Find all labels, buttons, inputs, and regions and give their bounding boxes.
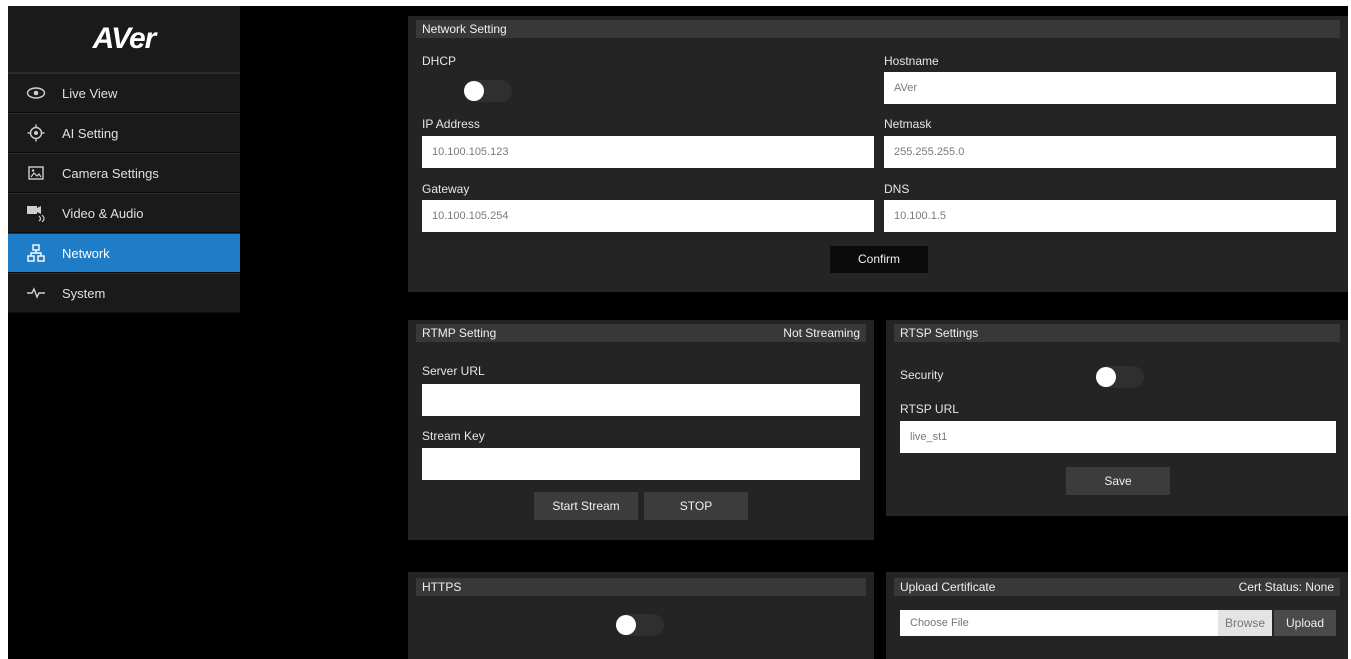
save-button[interactable]: Save [1066, 467, 1170, 495]
sidebar-item-ai-setting[interactable]: AI Setting [8, 113, 240, 153]
image-icon [26, 163, 46, 183]
security-toggle[interactable] [1096, 366, 1144, 388]
eye-icon [26, 83, 46, 103]
dhcp-toggle[interactable] [464, 80, 512, 102]
netmask-field[interactable] [884, 136, 1336, 168]
gateway-field[interactable] [422, 200, 874, 232]
sidebar-item-network[interactable]: Network [8, 233, 240, 273]
upload-button[interactable]: Upload [1274, 610, 1336, 636]
sidebar-item-label: Video & Audio [62, 205, 144, 221]
server-url-label: Server URL [422, 364, 485, 378]
panel-header: Network Setting [416, 20, 1340, 38]
toggle-knob [464, 81, 484, 101]
logo-area: AVer [8, 6, 240, 73]
choose-file-field[interactable] [900, 610, 1218, 636]
target-icon [26, 123, 46, 143]
dhcp-label: DHCP [422, 54, 457, 68]
upload-certificate-panel: Upload Certificate Cert Status: None Bro… [886, 572, 1348, 659]
https-toggle[interactable] [616, 614, 664, 636]
network-setting-panel: Network Setting DHCP Hostname IP Address… [408, 16, 1348, 292]
panel-title: RTSP Settings [900, 326, 979, 340]
cert-status: Cert Status: None [1238, 580, 1334, 594]
sidebar-item-video-audio[interactable]: Video & Audio [8, 193, 240, 233]
security-label: Security [900, 368, 944, 382]
app-window: AVer Live View AI Setting Camera Setting… [8, 6, 1348, 659]
sidebar-item-label: Network [62, 245, 110, 261]
browse-button[interactable]: Browse [1218, 610, 1272, 636]
panel-title: HTTPS [422, 580, 462, 594]
dns-field[interactable] [884, 200, 1336, 232]
stream-key-label: Stream Key [422, 429, 485, 443]
sidebar-item-system[interactable]: System [8, 273, 240, 313]
rtsp-settings-panel: RTSP Settings Security RTSP URL Save [886, 320, 1348, 516]
panel-title: Upload Certificate [900, 580, 996, 594]
logo: AVer [92, 22, 157, 55]
panel-header: RTSP Settings [894, 324, 1340, 342]
sidebar-item-label: Camera Settings [62, 165, 159, 181]
sidebar-item-label: AI Setting [62, 125, 119, 141]
panel-title: RTMP Setting [422, 326, 497, 340]
panel-header: HTTPS [416, 578, 866, 596]
sidebar-item-camera-settings[interactable]: Camera Settings [8, 153, 240, 193]
https-panel: HTTPS [408, 572, 874, 659]
ip-address-field[interactable] [422, 136, 874, 168]
stream-key-field[interactable] [422, 448, 860, 480]
hostname-label: Hostname [884, 54, 939, 68]
rtmp-setting-panel: RTMP Setting Not Streaming Server URL St… [408, 320, 874, 540]
netmask-label: Netmask [884, 117, 932, 131]
sidebar-item-label: Live View [62, 85, 118, 101]
panel-title: Network Setting [422, 22, 507, 36]
stream-status: Not Streaming [783, 326, 860, 340]
toggle-knob [1096, 367, 1116, 387]
rtsp-url-label: RTSP URL [900, 402, 959, 416]
sidebar-item-label: System [62, 285, 106, 301]
server-url-field[interactable] [422, 384, 860, 416]
toggle-knob [616, 615, 636, 635]
network-icon [26, 243, 46, 263]
ip-address-label: IP Address [422, 117, 480, 131]
sidebar-item-live-view[interactable]: Live View [8, 73, 240, 113]
video-audio-icon [26, 203, 46, 223]
dns-label: DNS [884, 182, 910, 196]
start-stream-button[interactable]: Start Stream [534, 492, 638, 520]
confirm-button[interactable]: Confirm [830, 246, 928, 273]
pulse-icon [26, 283, 46, 303]
stop-button[interactable]: STOP [644, 492, 748, 520]
sidebar: AVer Live View AI Setting Camera Setting… [8, 6, 240, 659]
panel-header: RTMP Setting Not Streaming [416, 324, 866, 342]
hostname-field[interactable] [884, 72, 1336, 104]
panel-header: Upload Certificate Cert Status: None [894, 578, 1340, 596]
gateway-label: Gateway [422, 182, 470, 196]
rtsp-url-field[interactable] [900, 421, 1336, 453]
